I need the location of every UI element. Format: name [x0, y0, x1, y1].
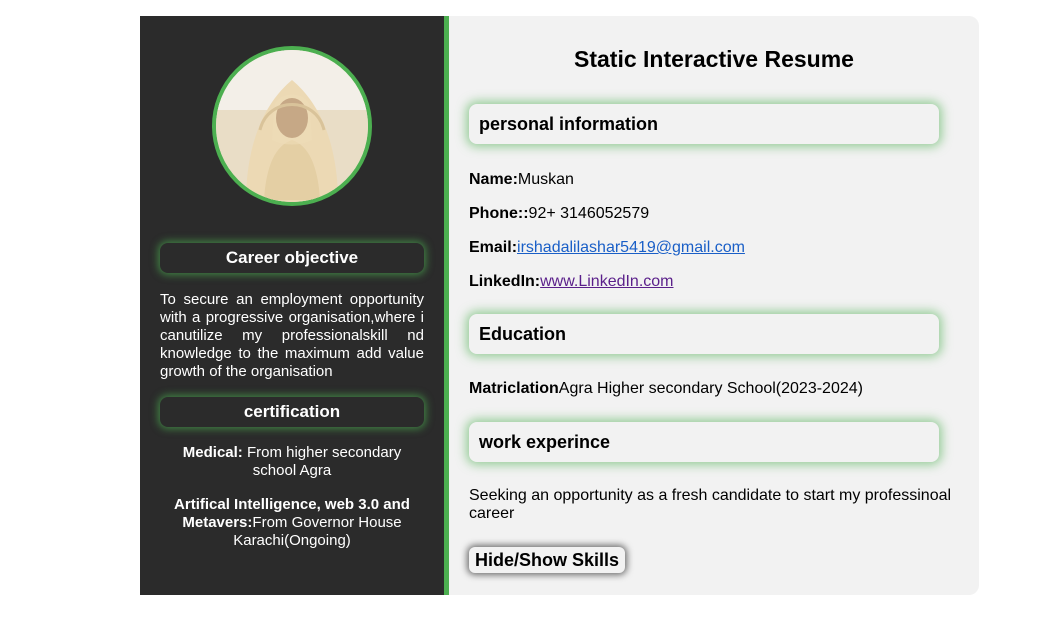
- phone-value: 92+ 3146052579: [528, 205, 650, 222]
- certification-detail: From Governor House Karachi(Ongoing): [233, 514, 402, 549]
- education-label: Matriclation: [469, 380, 559, 397]
- certification-title: Medical:: [182, 444, 243, 461]
- resume-card: Career objective To secure an employment…: [140, 16, 979, 595]
- certification-detail: From higher secondary school Agra: [242, 444, 402, 479]
- work-experience-heading: work experince: [469, 422, 939, 462]
- career-objective-text: To secure an employment opportunity with…: [160, 291, 424, 380]
- toggle-skills-button[interactable]: Hide/Show Skills: [469, 547, 626, 573]
- phone-row: Phone::92+ 3146052579: [469, 204, 649, 224]
- main-content: Static Interactive Resume personal infor…: [449, 16, 979, 595]
- profile-photo: [212, 46, 372, 206]
- personal-information-heading: personal information: [469, 104, 939, 144]
- work-experience-text: Seeking an opportunity as a fresh candid…: [469, 487, 952, 522]
- name-row: Name:Muskan: [469, 170, 574, 190]
- profile-photo-image: [216, 50, 368, 202]
- certification-item: Medical: From higher secondary school Ag…: [160, 444, 424, 480]
- sidebar: Career objective To secure an employment…: [140, 16, 449, 595]
- name-value: Muskan: [517, 171, 574, 188]
- email-row: Email:irshadalilashar5419@gmail.com: [469, 238, 745, 258]
- name-label: Name:: [469, 171, 518, 188]
- phone-label: Phone::: [469, 205, 529, 222]
- education-value: Agra Higher secondary School(2023-2024): [558, 380, 863, 397]
- linkedin-label: LinkedIn:: [469, 273, 541, 290]
- certification-item: Artifical Intelligence, web 3.0 and Meta…: [160, 496, 424, 550]
- linkedin-link[interactable]: www.LinkedIn.com: [540, 273, 673, 290]
- linkedin-row: LinkedIn:www.LinkedIn.com: [469, 272, 674, 292]
- education-heading: Education: [469, 314, 939, 354]
- email-label: Email:: [469, 239, 518, 256]
- career-objective-heading: Career objective: [160, 243, 424, 273]
- certification-heading: certification: [160, 397, 424, 427]
- page-title: Static Interactive Resume: [574, 46, 854, 72]
- email-link[interactable]: irshadalilashar5419@gmail.com: [517, 239, 745, 256]
- education-row: MatriclationAgra Higher secondary School…: [469, 379, 863, 399]
